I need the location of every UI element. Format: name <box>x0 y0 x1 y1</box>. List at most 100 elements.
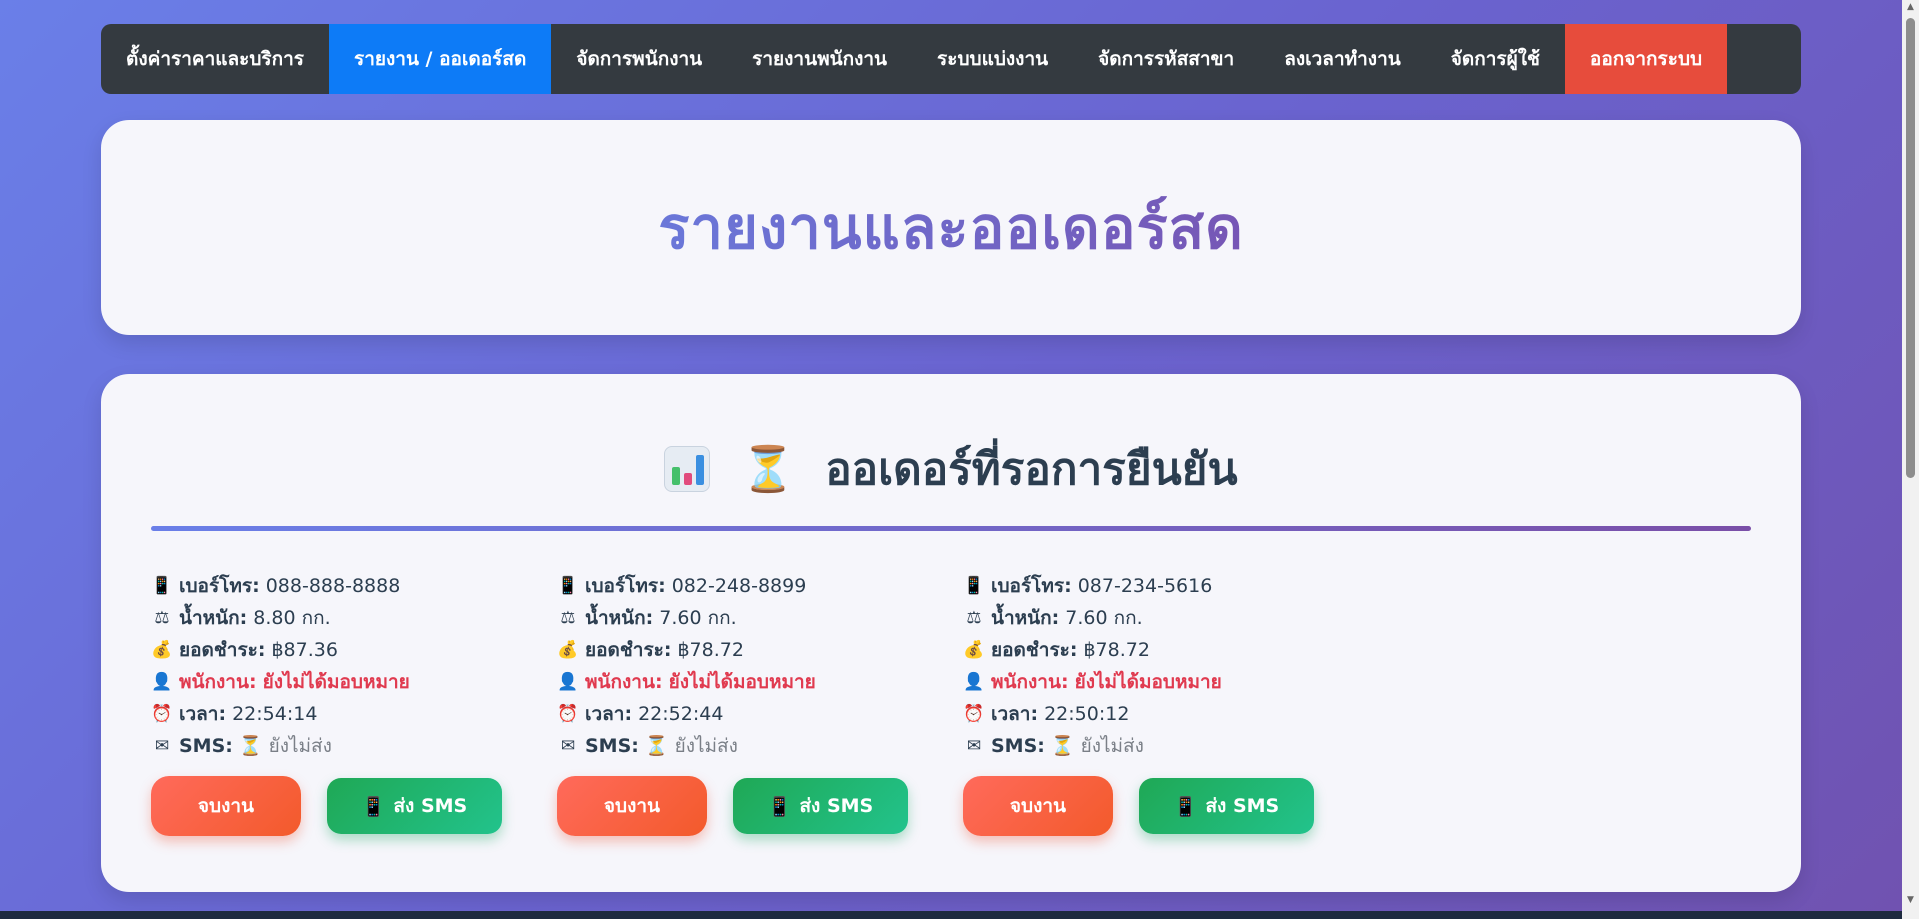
section-divider <box>151 526 1751 531</box>
top-navigation: ตั้งค่าราคาและบริการ รายงาน / ออเดอร์สด … <box>101 24 1801 94</box>
send-sms-button[interactable]: 📱 ส่ง SMS <box>327 778 502 834</box>
sms-label: SMS: <box>179 735 233 757</box>
time-label: เวลา: <box>179 703 227 725</box>
staff-label: พนักงาน: <box>179 671 257 693</box>
finish-order-button[interactable]: จบงาน <box>557 776 707 836</box>
order-sms-row: ✉ SMS: ⏳ ยังไม่ส่ง <box>557 730 917 762</box>
order-actions: จบงาน 📱 ส่ง SMS <box>963 776 1314 836</box>
page-title: รายงานและออเดอร์สด <box>658 181 1244 274</box>
money-bag-icon: 💰 <box>151 640 173 660</box>
order-sms-row: ✉ SMS: ⏳ ยังไม่ส่ง <box>151 730 511 762</box>
order-weight-row: ⚖ น้ำหนัก: 7.60 กก. <box>963 602 1323 634</box>
weight-label: น้ำหนัก: <box>179 607 248 629</box>
phone-icon: 📱 <box>963 576 985 596</box>
sms-status: ⏳ ยังไม่ส่ง <box>238 735 332 757</box>
phone-value: 082-248-8899 <box>671 575 807 597</box>
weight-label: น้ำหนัก: <box>991 607 1060 629</box>
staff-label: พนักงาน: <box>585 671 663 693</box>
sms-label: SMS: <box>585 735 639 757</box>
staff-label: พนักงาน: <box>991 671 1069 693</box>
phone-icon: 📱 <box>767 795 792 818</box>
scroll-up-icon[interactable]: ▲ <box>1906 3 1915 12</box>
alarm-clock-icon: ⏰ <box>557 704 579 724</box>
sms-status: ⏳ ยังไม่ส่ง <box>644 735 738 757</box>
order-total-row: 💰 ยอดชำระ: ฿78.72 <box>963 634 1323 666</box>
envelope-icon: ✉ <box>966 736 982 756</box>
pending-orders-card: ⏳ ออเดอร์ที่รอการยืนยัน 📱 เบอร์โทร: 088-88… <box>101 374 1801 892</box>
order-time-row: ⏰ เวลา: 22:52:44 <box>557 698 917 730</box>
staff-value: ยังไม่ได้มอบหมาย <box>262 671 410 693</box>
order-card: 📱 เบอร์โทร: 082-248-8899 ⚖ น้ำหนัก: 7.60 กก.… <box>557 570 917 836</box>
scale-icon: ⚖ <box>154 608 170 628</box>
time-label: เวลา: <box>991 703 1039 725</box>
scale-icon: ⚖ <box>560 608 576 628</box>
phone-label: เบอร์โทร: <box>179 575 260 597</box>
vertical-scrollbar[interactable]: ▲ ▼ <box>1902 0 1919 919</box>
order-card: 📱 เบอร์โทร: 087-234-5616 ⚖ น้ำหนัก: 7.60 กก.… <box>963 570 1323 836</box>
total-value: ฿78.72 <box>1083 639 1150 661</box>
send-sms-label: ส่ง SMS <box>1205 795 1280 817</box>
total-label: ยอดชำระ: <box>991 639 1078 661</box>
phone-icon: 📱 <box>1173 795 1198 818</box>
money-bag-icon: 💰 <box>963 640 985 660</box>
logout-button[interactable]: ออกจากระบบ <box>1564 24 1728 94</box>
envelope-icon: ✉ <box>154 736 170 756</box>
hourglass-icon: ⏳ <box>740 444 796 495</box>
nav-branch-codes[interactable]: จัดการรหัสสาขา <box>1073 24 1259 94</box>
phone-label: เบอร์โทร: <box>585 575 666 597</box>
person-icon: 👤 <box>557 672 579 692</box>
nav-manage-users[interactable]: จัดการผู้ใช้ <box>1426 24 1565 94</box>
send-sms-button[interactable]: 📱 ส่ง SMS <box>1139 778 1314 834</box>
order-time-row: ⏰ เวลา: 22:50:12 <box>963 698 1323 730</box>
scroll-down-icon[interactable]: ▼ <box>1906 896 1915 905</box>
section-title: ⏳ ออเดอร์ที่รอการยืนยัน <box>101 434 1801 504</box>
phone-icon: 📱 <box>361 795 386 818</box>
nav-task-assignment[interactable]: ระบบแบ่งงาน <box>912 24 1073 94</box>
total-value: ฿87.36 <box>271 639 338 661</box>
send-sms-button[interactable]: 📱 ส่ง SMS <box>733 778 908 834</box>
order-weight-row: ⚖ น้ำหนัก: 7.60 กก. <box>557 602 917 634</box>
order-card: 📱 เบอร์โทร: 088-888-8888 ⚖ น้ำหนัก: 8.80 กก.… <box>151 570 511 836</box>
weight-value: 7.60 กก. <box>659 607 737 629</box>
order-phone-row: 📱 เบอร์โทร: 088-888-8888 <box>151 570 511 602</box>
order-staff-row: 👤 พนักงาน: ยังไม่ได้มอบหมาย <box>557 666 917 698</box>
total-label: ยอดชำระ: <box>179 639 266 661</box>
phone-value: 087-234-5616 <box>1077 575 1213 597</box>
nav-staff-report[interactable]: รายงานพนักงาน <box>727 24 912 94</box>
nav-price-settings[interactable]: ตั้งค่าราคาและบริการ <box>101 24 329 94</box>
order-sms-row: ✉ SMS: ⏳ ยังไม่ส่ง <box>963 730 1323 762</box>
order-phone-row: 📱 เบอร์โทร: 087-234-5616 <box>963 570 1323 602</box>
time-label: เวลา: <box>585 703 633 725</box>
send-sms-label: ส่ง SMS <box>393 795 468 817</box>
total-label: ยอดชำระ: <box>585 639 672 661</box>
send-sms-label: ส่ง SMS <box>799 795 874 817</box>
order-actions: จบงาน 📱 ส่ง SMS <box>151 776 502 836</box>
sms-label: SMS: <box>991 735 1045 757</box>
phone-icon: 📱 <box>151 576 173 596</box>
sms-status: ⏳ ยังไม่ส่ง <box>1050 735 1144 757</box>
alarm-clock-icon: ⏰ <box>963 704 985 724</box>
order-weight-row: ⚖ น้ำหนัก: 8.80 กก. <box>151 602 511 634</box>
order-staff-row: 👤 พนักงาน: ยังไม่ได้มอบหมาย <box>151 666 511 698</box>
phone-value: 088-888-8888 <box>265 575 401 597</box>
finish-order-button[interactable]: จบงาน <box>151 776 301 836</box>
alarm-clock-icon: ⏰ <box>151 704 173 724</box>
time-value: 22:54:14 <box>232 703 318 725</box>
nav-manage-staff[interactable]: จัดการพนักงาน <box>551 24 727 94</box>
order-staff-row: 👤 พนักงาน: ยังไม่ได้มอบหมาย <box>963 666 1323 698</box>
scale-icon: ⚖ <box>966 608 982 628</box>
weight-label: น้ำหนัก: <box>585 607 654 629</box>
finish-order-button[interactable]: จบงาน <box>963 776 1113 836</box>
time-value: 22:52:44 <box>638 703 724 725</box>
order-actions: จบงาน 📱 ส่ง SMS <box>557 776 908 836</box>
nav-live-orders[interactable]: รายงาน / ออเดอร์สด <box>329 24 552 94</box>
order-total-row: 💰 ยอดชำระ: ฿78.72 <box>557 634 917 666</box>
nav-time-clock[interactable]: ลงเวลาทำงาน <box>1259 24 1426 94</box>
weight-value: 7.60 กก. <box>1065 607 1143 629</box>
person-icon: 👤 <box>151 672 173 692</box>
person-icon: 👤 <box>963 672 985 692</box>
phone-label: เบอร์โทร: <box>991 575 1072 597</box>
page-header-card: รายงานและออเดอร์สด <box>101 120 1801 335</box>
scrollbar-thumb[interactable] <box>1906 18 1915 478</box>
phone-icon: 📱 <box>557 576 579 596</box>
